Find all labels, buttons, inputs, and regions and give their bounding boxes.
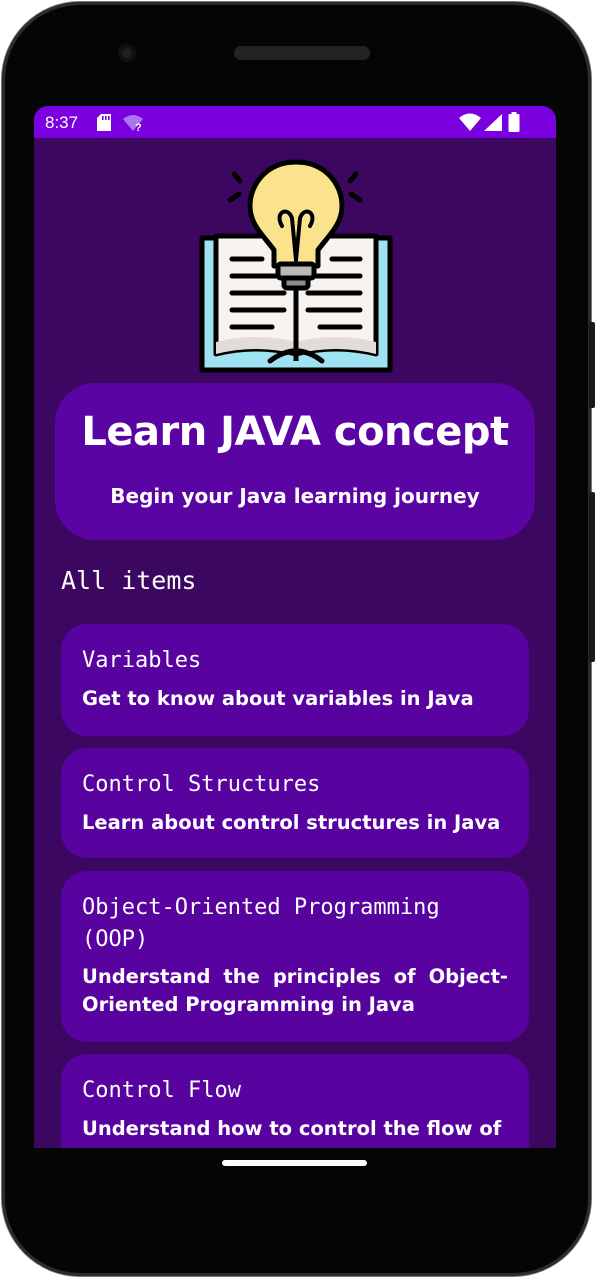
page-subtitle: Begin your Java learning journey (110, 484, 480, 508)
item-description: Understand how to control the flow of (82, 1117, 502, 1140)
sd-card-icon (97, 114, 111, 131)
list-item-variables[interactable]: Variables Get to know about variables in… (61, 624, 529, 736)
list-item-control-structures[interactable]: Control Structures Learn about control s… (61, 748, 529, 858)
item-title: Control Structures (82, 772, 321, 797)
item-title: Object-Oriented Programming (OOP) (82, 895, 440, 952)
battery-icon (508, 112, 520, 132)
volume-button (589, 492, 595, 662)
power-button (589, 322, 595, 408)
section-heading: All items (61, 566, 197, 595)
item-title: Control Flow (82, 1078, 241, 1103)
wifi-question-icon: ? (123, 115, 143, 132)
status-time: 8:37 (45, 113, 79, 132)
home-indicator[interactable] (222, 1160, 367, 1166)
app-screen: 8:37 ? Learn JAVA concept Begin your Jav… (34, 106, 556, 1148)
list-item-control-flow[interactable]: Control Flow Understand how to control t… (61, 1054, 529, 1148)
front-camera (118, 44, 136, 62)
book-lightbulb-icon (199, 159, 393, 373)
cell-signal-icon (484, 114, 502, 131)
list-item-oop[interactable]: Object-Oriented Programming (OOP) Unders… (61, 871, 529, 1042)
item-description: Learn about control structures in Java (82, 811, 501, 834)
wifi-icon (459, 113, 481, 131)
earpiece-speaker (234, 46, 370, 60)
item-description: Get to know about variables in Java (82, 687, 474, 710)
status-bar: 8:37 ? (34, 106, 556, 138)
header-card: Learn JAVA concept Begin your Java learn… (55, 383, 535, 540)
item-description: Understand the principles of Object-Orie… (82, 965, 508, 1016)
svg-text:?: ? (135, 122, 142, 132)
page-title: Learn JAVA concept (81, 409, 509, 455)
item-title: Variables (82, 648, 202, 673)
